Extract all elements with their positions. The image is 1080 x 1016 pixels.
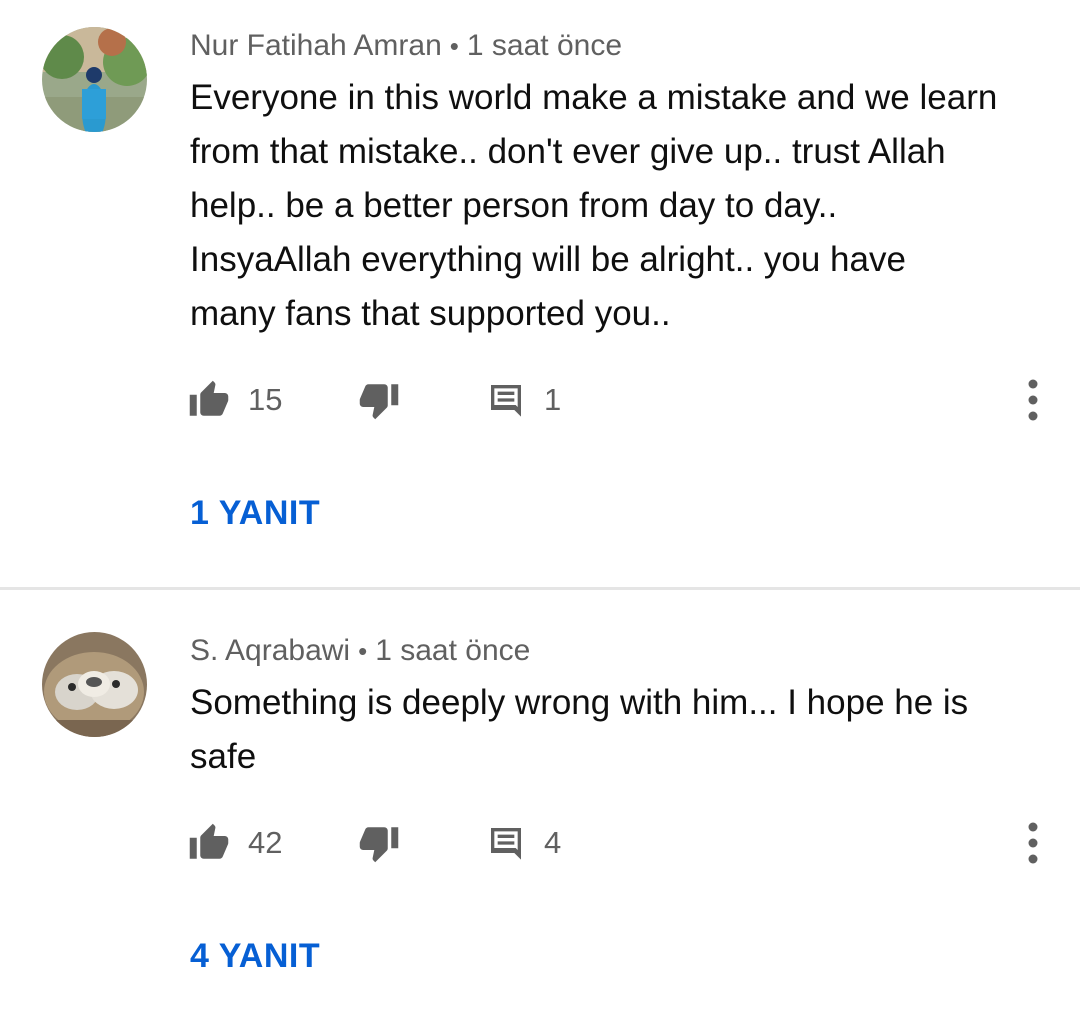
comment-icon [491, 385, 521, 417]
avatar[interactable] [42, 27, 147, 132]
reply-count: 4 [544, 825, 562, 860]
reply-button[interactable]: 1 [486, 375, 561, 425]
reply-button[interactable]: 4 [486, 818, 561, 868]
comment-meta: Nur Fatihah Amran • 1 saat önce [190, 28, 622, 64]
comment-time: 1 saat önce [375, 634, 531, 667]
thumb-down-icon [359, 827, 399, 863]
view-replies-link[interactable]: 1 YANIT [190, 494, 320, 533]
more-vert-icon [1028, 822, 1038, 864]
like-count: 15 [248, 382, 283, 417]
thumb-down-icon [359, 384, 399, 420]
thumb-up-icon [189, 380, 229, 416]
comment-text: Something is deeply wrong with him... I … [190, 683, 969, 776]
reply-count: 1 [544, 382, 562, 417]
like-button[interactable]: 42 [188, 818, 282, 868]
view-replies-link[interactable]: 4 YANIT [190, 937, 320, 976]
comment-actions: 15 1 [0, 375, 1080, 425]
comment-item: S. Aqrabawi • 1 saat önce Something is dee… [0, 590, 1080, 1016]
comment-text: Everyone in this world make a mistake an… [190, 78, 998, 333]
avatar[interactable] [42, 632, 147, 737]
meta-separator: • [449, 31, 459, 61]
dislike-button[interactable] [358, 375, 400, 425]
dislike-button[interactable] [358, 818, 400, 868]
comment-actions: 42 4 [0, 818, 1080, 868]
avatar-image [42, 27, 147, 132]
more-vert-icon [1028, 379, 1038, 421]
comment-item: Nur Fatihah Amran • 1 saat önce Everyone i… [0, 0, 1080, 588]
author-name[interactable]: Nur Fatihah Amran [190, 29, 442, 62]
comment-icon [491, 828, 521, 860]
more-options-button[interactable] [1018, 375, 1048, 425]
author-name[interactable]: S. Aqrabawi [190, 634, 350, 667]
thumb-up-icon [189, 823, 229, 859]
meta-separator: • [358, 636, 368, 666]
comment-time: 1 saat önce [466, 29, 623, 62]
more-options-button[interactable] [1018, 818, 1048, 868]
comment-meta: S. Aqrabawi • 1 saat önce [190, 633, 530, 669]
like-button[interactable]: 15 [188, 375, 282, 425]
avatar-image [42, 632, 147, 737]
like-count: 42 [248, 825, 283, 860]
